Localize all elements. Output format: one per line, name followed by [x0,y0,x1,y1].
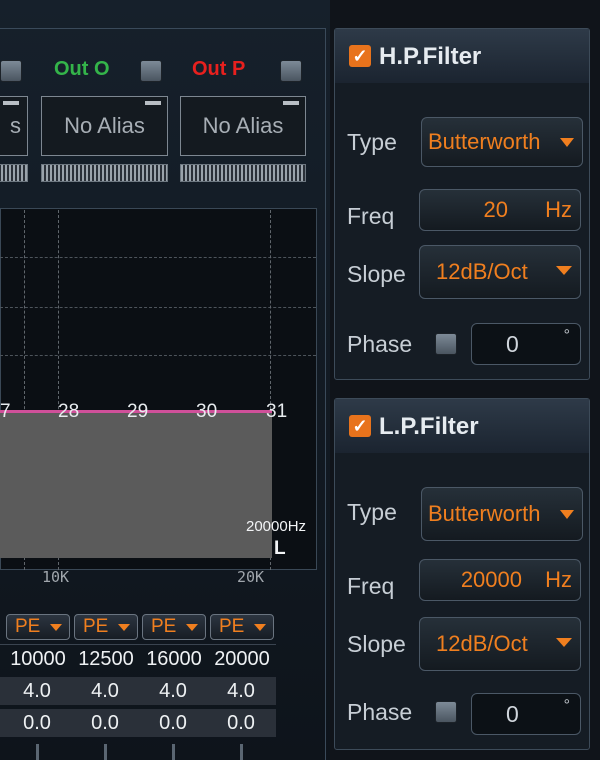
hp-slope-dropdown[interactable]: 12dB/Oct [419,245,581,299]
output-o-label: Out O [54,58,110,80]
lp-type-dropdown[interactable]: Butterworth [421,487,583,541]
level-meter-partial [0,164,28,182]
lp-filter-enable-checkbox[interactable]: ✓ [349,415,371,437]
lp-phase-field[interactable]: 0 ° [471,693,581,735]
lp-phase-invert-toggle[interactable] [435,701,457,723]
band-freq-cell[interactable]: 10000 [4,645,72,673]
band-freq-cell[interactable]: 20000 [208,645,276,673]
hp-filter-enable-checkbox[interactable]: ✓ [349,45,371,67]
band-type-dropdown[interactable]: PE [142,614,206,640]
chevron-down-icon [556,638,572,647]
slider-handle[interactable] [36,744,39,760]
output-select-button[interactable] [0,60,22,82]
grid-line [0,307,316,308]
grid-line [0,257,316,258]
lp-filter-title: L.P.Filter [379,413,479,440]
hp-type-label: Type [347,129,397,155]
chevron-down-icon [50,624,62,631]
channel-marker[interactable]: L [274,538,286,560]
slider-handle[interactable] [104,744,107,760]
output-o-select-button[interactable] [140,60,162,82]
chevron-down-icon [254,624,266,631]
hp-phase-label: Phase [347,331,413,357]
band-marker-label[interactable]: 28 [58,401,79,423]
lp-slope-label: Slope [347,631,406,657]
alias-label: No Alias [202,113,284,138]
grid-line [0,355,316,356]
band-marker-label[interactable]: 7 [0,401,11,423]
band-gain-cell[interactable]: 4.0 [140,677,206,705]
slider-handle[interactable] [172,744,175,760]
hp-phase-invert-toggle[interactable] [435,333,457,355]
chevron-down-icon [118,624,130,631]
band-marker-label[interactable]: 29 [127,401,148,423]
chevron-down-icon [560,138,574,147]
hp-type-dropdown[interactable]: Butterworth [421,117,583,167]
alias-box-partial[interactable]: s [0,96,28,156]
band-type-dropdown[interactable]: PE [74,614,138,640]
filter-response-area [0,412,272,558]
band-type-dropdown[interactable]: PE [210,614,274,640]
lp-slope-dropdown[interactable]: 12dB/Oct [419,617,581,671]
slider-handle[interactable] [240,744,243,760]
hp-slope-label: Slope [347,261,406,287]
band-marker-label[interactable]: 31 [266,401,287,423]
chevron-down-icon [556,266,572,275]
band-q-cell[interactable]: 0.0 [140,709,206,737]
output-p-select-button[interactable] [280,60,302,82]
band-gain-cell[interactable]: 4.0 [4,677,70,705]
hp-freq-field[interactable]: 20 Hz [419,189,581,231]
band-type-dropdown[interactable]: PE [6,614,70,640]
alias-box-out-p[interactable]: No Alias [180,96,306,156]
chevron-down-icon [186,624,198,631]
alias-label: No Alias [64,113,145,138]
lp-frequency-note: 20000Hz [246,518,307,535]
band-q-cell[interactable]: 0.0 [208,709,274,737]
axis-tick-label: 10K [42,568,70,586]
band-freq-cell[interactable]: 12500 [72,645,140,673]
hp-filter-panel: ✓ H.P.Filter Type Butterworth Freq 20 Hz… [334,28,590,380]
lp-freq-label: Freq [347,573,395,599]
chevron-down-icon [560,510,574,519]
band-q-cell[interactable]: 0.0 [72,709,138,737]
lp-phase-label: Phase [347,699,413,725]
alias-box-out-o[interactable]: No Alias [41,96,168,156]
axis-tick-label: 20K [237,568,265,586]
hp-phase-field[interactable]: 0 ° [471,323,581,365]
lp-type-label: Type [347,499,397,525]
band-gain-cell[interactable]: 4.0 [208,677,274,705]
band-freq-cell[interactable]: 16000 [140,645,208,673]
hp-filter-title: H.P.Filter [379,43,482,70]
level-meter-out-o [41,164,168,182]
lp-filter-panel: ✓ L.P.Filter Type Butterworth Freq 20000… [334,398,590,750]
band-marker-label[interactable]: 30 [196,401,217,423]
hp-freq-label: Freq [347,203,395,229]
band-q-cell[interactable]: 0.0 [4,709,70,737]
level-meter-out-p [180,164,306,182]
band-gain-cell[interactable]: 4.0 [72,677,138,705]
lp-freq-field[interactable]: 20000 Hz [419,559,581,601]
output-p-label: Out P [192,58,246,80]
